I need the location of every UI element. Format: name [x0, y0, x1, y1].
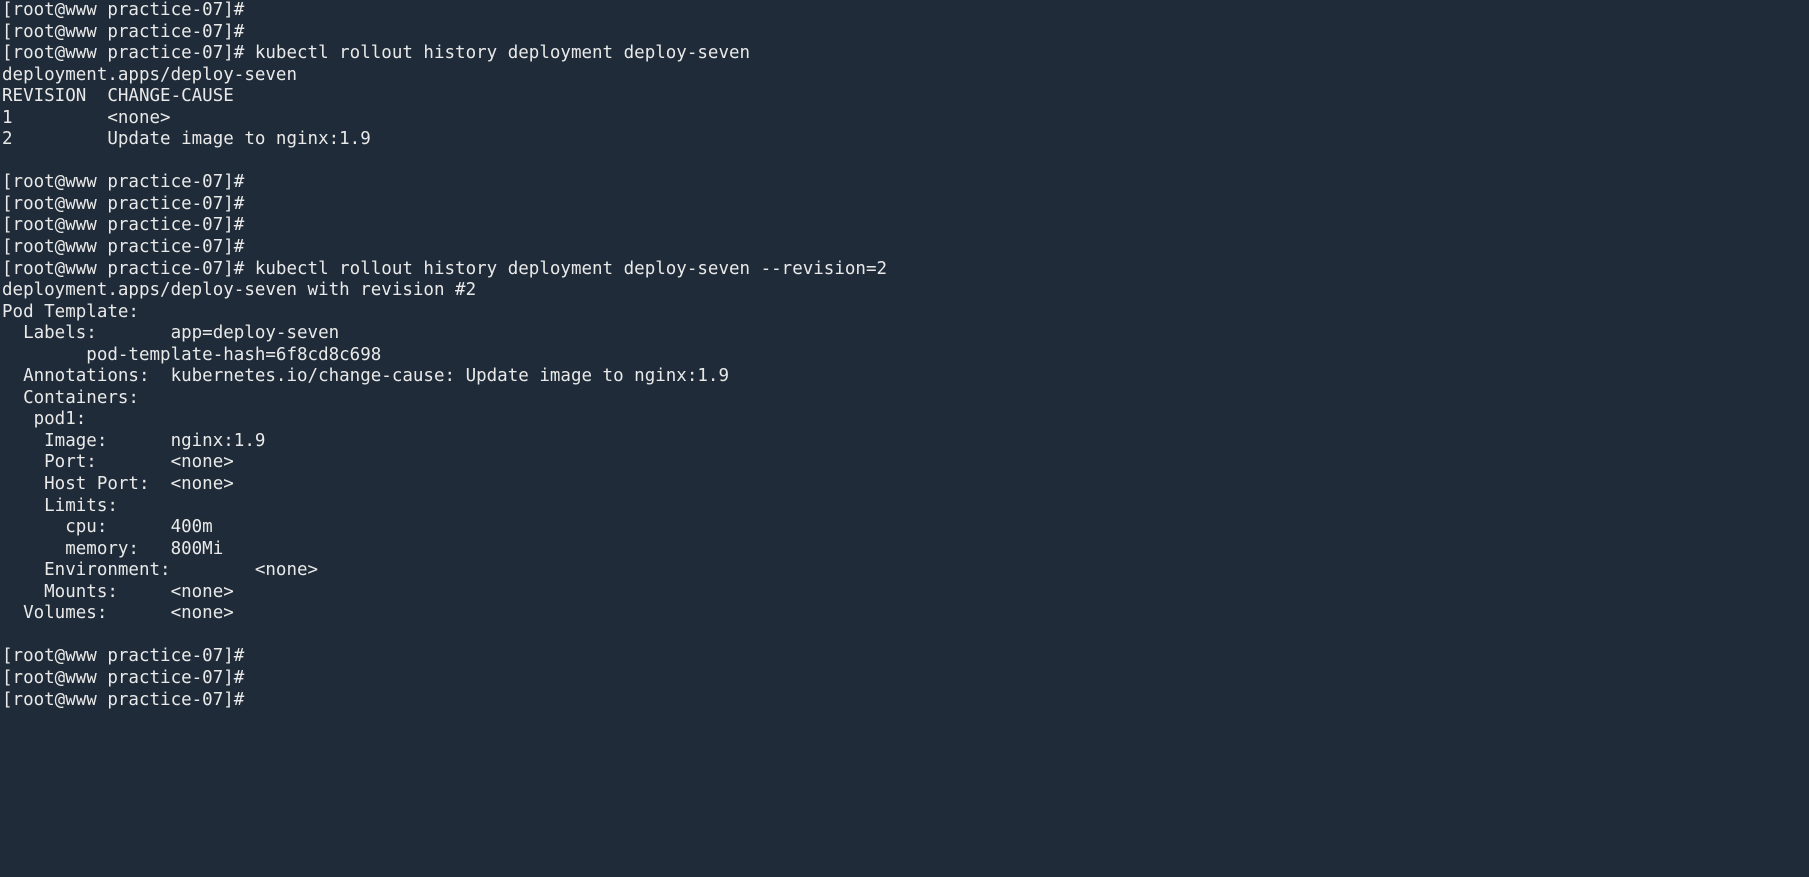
terminal-line: Mounts: <none> — [2, 581, 234, 602]
terminal-line: Annotations: kubernetes.io/change-cause:… — [2, 366, 729, 387]
terminal-line: [root@www practice-07]# — [2, 0, 245, 20]
terminal-line: Volumes: <none> — [2, 603, 234, 624]
terminal-line: pod1: — [2, 409, 87, 430]
terminal-line: [root@www practice-07]# — [2, 646, 245, 667]
terminal-line: Host Port: <none> — [2, 474, 234, 495]
terminal-line: deployment.apps/deploy-seven — [2, 64, 298, 85]
terminal-line: Containers: — [2, 387, 139, 408]
terminal-line: [root@www practice-07]# — [2, 667, 245, 688]
terminal-line: Port: <none> — [2, 452, 234, 473]
terminal-line: [root@www practice-07]# — [2, 237, 245, 258]
terminal-line: [root@www practice-07]# — [2, 21, 245, 42]
terminal-command-line: [root@www practice-07]# kubectl rollout … — [2, 258, 888, 279]
terminal-line: Pod Template: — [2, 301, 139, 322]
terminal-prompt-line[interactable]: [root@www practice-07]# — [2, 690, 1809, 712]
terminal-line: deployment.apps/deploy-seven with revisi… — [2, 280, 477, 301]
terminal-table-row: 1 <none> — [2, 107, 171, 128]
terminal-command-line: [root@www practice-07]# kubectl rollout … — [2, 43, 751, 64]
terminal-table-header: REVISION CHANGE-CAUSE — [2, 86, 234, 107]
terminal-line: Limits: — [2, 495, 118, 516]
terminal-line: pod-template-hash=6f8cd8c698 — [2, 344, 382, 365]
terminal-line: Labels: app=deploy-seven — [2, 323, 340, 344]
terminal-window[interactable]: [root@www practice-07]# [root@www practi… — [0, 0, 1809, 877]
terminal-line: [root@www practice-07]# — [2, 193, 245, 214]
terminal-line: cpu: 400m — [2, 517, 213, 538]
terminal-line: memory: 800Mi — [2, 538, 224, 559]
terminal-line: Image: nginx:1.9 — [2, 430, 266, 451]
terminal-line: [root@www practice-07]# — [2, 215, 245, 236]
terminal-table-row: 2 Update image to nginx:1.9 — [2, 129, 371, 150]
terminal-line: [root@www practice-07]# — [2, 172, 245, 193]
terminal-screen[interactable]: [root@www practice-07]# [root@www practi… — [2, 0, 1809, 711]
terminal-line: Environment: <none> — [2, 560, 319, 581]
